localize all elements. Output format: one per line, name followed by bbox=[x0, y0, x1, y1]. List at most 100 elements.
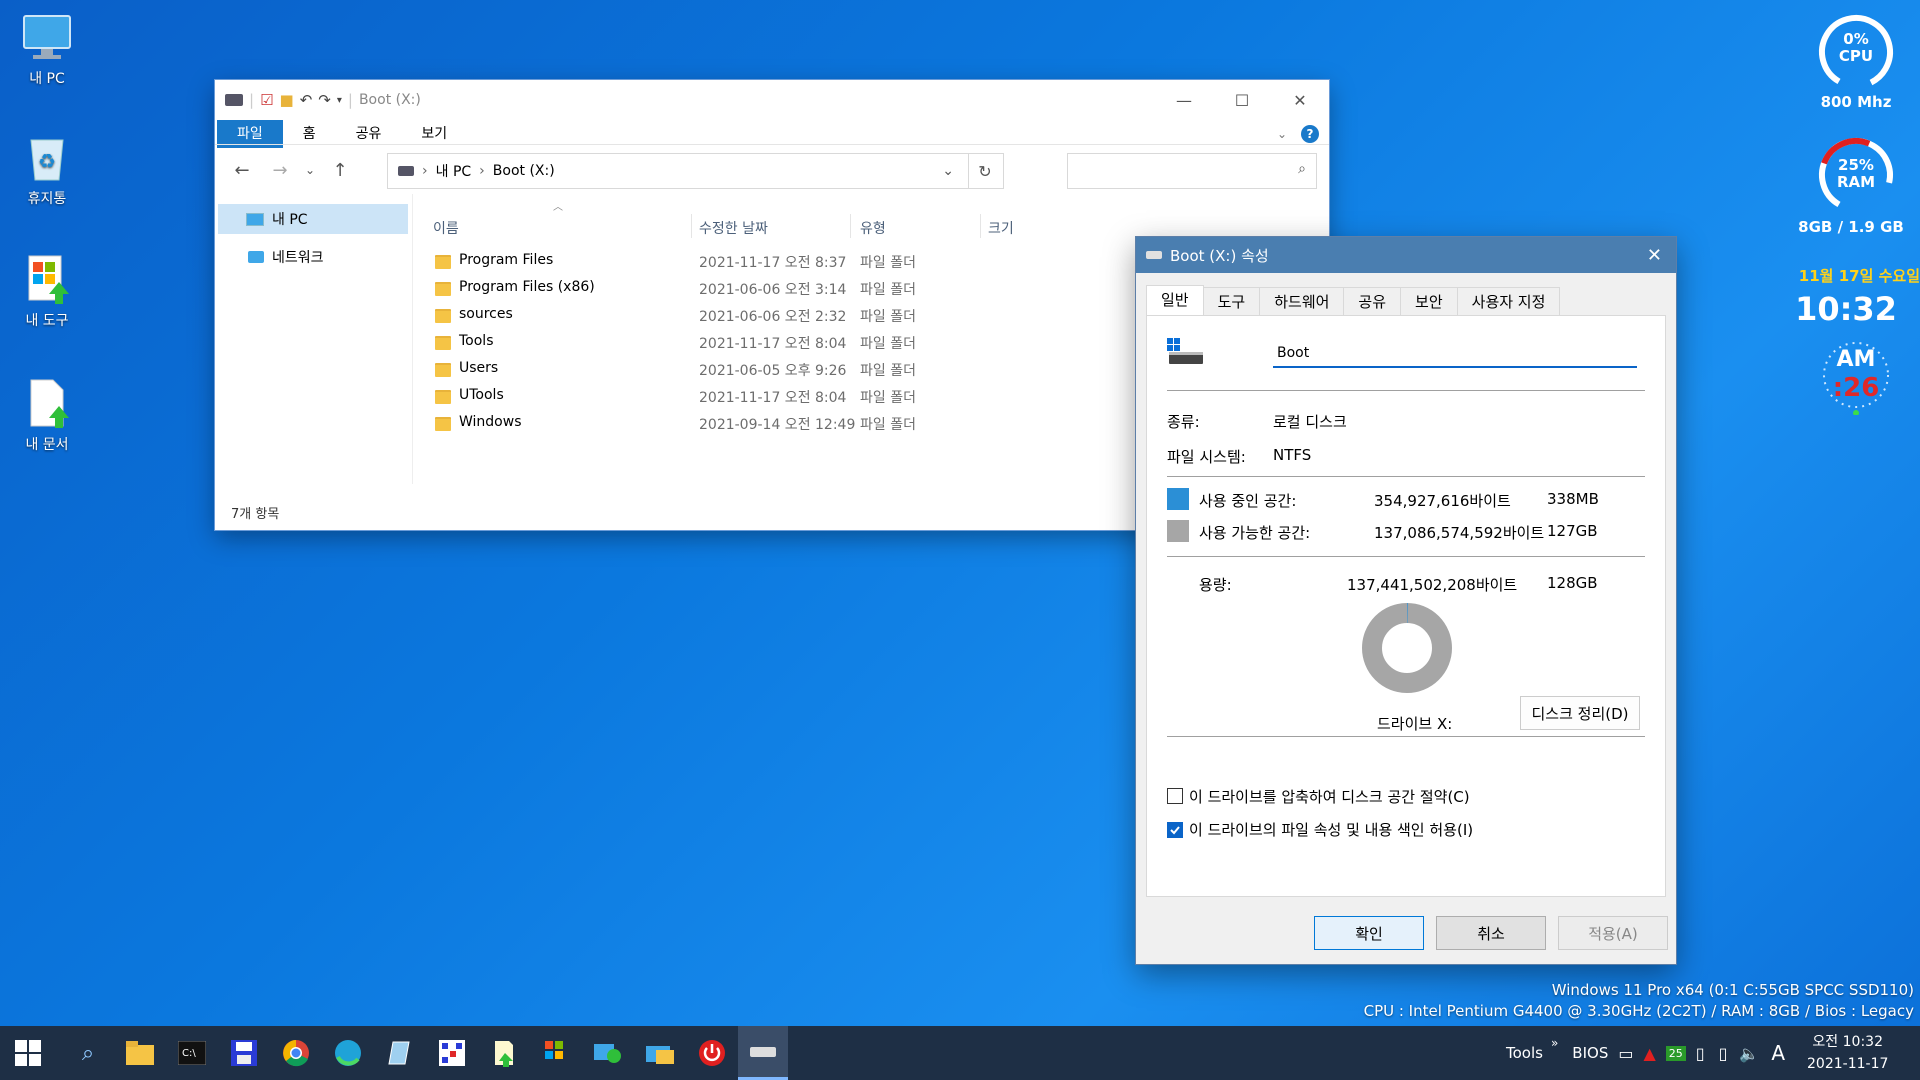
capacity-bytes: 137,441,502,208바이트 bbox=[1347, 576, 1518, 594]
drive-letter-label: 드라이브 X: bbox=[1377, 715, 1453, 733]
display-icon[interactable]: ▭ bbox=[1618, 1044, 1633, 1063]
tools-icon[interactable] bbox=[540, 1037, 572, 1069]
sidebar-item-network[interactable]: 네트워크 bbox=[215, 242, 411, 272]
tray-bios-label[interactable]: BIOS bbox=[1572, 1044, 1608, 1062]
taskbar-active-drive[interactable] bbox=[738, 1026, 788, 1080]
tab-hardware[interactable]: 하드웨어 bbox=[1259, 287, 1345, 316]
drive-icon bbox=[225, 94, 243, 106]
apply-button[interactable]: 적용(A) bbox=[1558, 916, 1668, 950]
folder-network-icon[interactable] bbox=[644, 1037, 676, 1069]
desktop-icon-my-tools[interactable]: 내 도구 bbox=[2, 254, 92, 330]
ime-indicator[interactable]: A bbox=[1771, 1041, 1785, 1065]
edge-icon[interactable] bbox=[332, 1037, 364, 1069]
red-app-icon[interactable]: ▲ bbox=[1643, 1044, 1655, 1063]
used-space-label: 사용 중인 공간: bbox=[1199, 492, 1297, 510]
dialog-close-button[interactable]: ✕ bbox=[1647, 245, 1662, 266]
file-explorer-icon[interactable] bbox=[124, 1037, 156, 1069]
tools-icon bbox=[21, 254, 73, 306]
cpu-percent: 0% bbox=[1843, 30, 1869, 48]
drive-name-input[interactable] bbox=[1273, 340, 1637, 368]
tab-sharing[interactable]: 공유 bbox=[1343, 287, 1402, 316]
back-button[interactable]: ← bbox=[223, 160, 261, 181]
index-checkbox[interactable] bbox=[1167, 822, 1183, 838]
folder-icon bbox=[435, 255, 451, 269]
notepad-icon[interactable] bbox=[384, 1037, 416, 1069]
redo-icon[interactable]: ↷ bbox=[318, 91, 331, 109]
navigation-pane: 내 PC 네트워크 bbox=[215, 194, 411, 530]
chrome-icon[interactable] bbox=[280, 1037, 312, 1069]
tab-general[interactable]: 일반 bbox=[1146, 285, 1204, 316]
floppy-save-icon[interactable] bbox=[228, 1037, 260, 1069]
desktop-icon-my-documents[interactable]: 내 문서 bbox=[2, 378, 92, 454]
compress-checkbox[interactable] bbox=[1167, 788, 1183, 804]
address-dropdown-icon[interactable]: ⌄ bbox=[942, 163, 954, 179]
undo-icon[interactable]: ↶ bbox=[300, 91, 313, 109]
clock-seconds: :26 bbox=[1832, 373, 1880, 403]
network-tool-icon[interactable] bbox=[592, 1037, 624, 1069]
grid-tool-icon[interactable] bbox=[436, 1037, 468, 1069]
start-button[interactable] bbox=[12, 1037, 44, 1069]
usb-icon[interactable]: ▯ bbox=[1719, 1044, 1728, 1063]
filesystem-value: NTFS bbox=[1273, 446, 1312, 464]
column-header-name[interactable]: 이름 bbox=[433, 218, 459, 238]
cpu-label: CPU bbox=[1838, 47, 1874, 65]
taskbar: ⌕ C:\ Tools » BIOS ▭ ▲ 25 ▯ ▯ 🔈 A 오전 10:… bbox=[0, 1026, 1920, 1080]
clock-time: 10:32 bbox=[1795, 290, 1897, 328]
battery-meter-icon[interactable]: ▯ bbox=[1696, 1044, 1705, 1063]
search-icon[interactable]: ⌕ bbox=[72, 1037, 104, 1069]
command-prompt-icon[interactable]: C:\ bbox=[176, 1037, 208, 1069]
ram-usage: 8GB / 1.9 GB bbox=[1798, 218, 1904, 236]
tab-tools[interactable]: 도구 bbox=[1202, 287, 1261, 316]
capacity-short: 128GB bbox=[1547, 574, 1598, 592]
dialog-titlebar: Boot (X:) 속성 ✕ bbox=[1136, 237, 1676, 273]
forward-button[interactable]: → bbox=[261, 160, 299, 181]
navigation-bar: ← → ⌄ ↑ › 내 PC › Boot (X:) ⌄ ↻ ⌕ bbox=[215, 144, 1329, 195]
search-input[interactable]: ⌕ bbox=[1067, 153, 1317, 189]
ribbon-expand-icon[interactable]: ⌄ bbox=[1277, 127, 1287, 141]
column-header-type[interactable]: 유형 bbox=[860, 218, 886, 238]
tray-overflow-icon[interactable]: » bbox=[1551, 1036, 1558, 1050]
document-arrow-icon[interactable] bbox=[488, 1037, 520, 1069]
maximize-button[interactable]: ☐ bbox=[1213, 80, 1271, 120]
refresh-button[interactable]: ↻ bbox=[967, 153, 1004, 189]
system-tray: Tools » BIOS ▭ ▲ 25 ▯ ▯ 🔈 A 오전 10:32 202… bbox=[1506, 1026, 1888, 1080]
minimize-button[interactable]: — bbox=[1155, 80, 1213, 120]
search-icon: ⌕ bbox=[1298, 161, 1306, 177]
desktop-icon-label: 내 도구 bbox=[25, 313, 69, 329]
volume-icon[interactable]: 🔈 bbox=[1739, 1044, 1759, 1063]
breadcrumb-my-pc[interactable]: 내 PC bbox=[436, 161, 472, 181]
properties-quick-icon[interactable]: ☑ bbox=[260, 91, 273, 109]
up-button[interactable]: ↑ bbox=[321, 160, 359, 181]
green-badge-icon[interactable]: 25 bbox=[1665, 1045, 1686, 1061]
recent-dropdown[interactable]: ⌄ bbox=[299, 163, 321, 177]
column-header-date[interactable]: 수정한 날짜 bbox=[699, 218, 768, 238]
address-bar[interactable]: › 내 PC › Boot (X:) ⌄ bbox=[387, 153, 969, 189]
folder-icon bbox=[435, 363, 451, 377]
disk-cleanup-button[interactable]: 디스크 정리(D) bbox=[1520, 696, 1640, 730]
power-icon[interactable] bbox=[696, 1037, 728, 1069]
ok-button[interactable]: 확인 bbox=[1314, 916, 1424, 950]
help-icon[interactable]: ? bbox=[1301, 125, 1319, 143]
taskbar-clock-time: 오전 10:32 bbox=[1812, 1034, 1883, 1050]
column-header-size[interactable]: 크기 bbox=[988, 218, 1014, 238]
desktop-icon-recycle-bin[interactable]: ♻ 휴지통 bbox=[2, 132, 92, 208]
breadcrumb-boot[interactable]: Boot (X:) bbox=[493, 163, 555, 179]
svg-text:♻: ♻ bbox=[38, 149, 56, 173]
desktop-icon-my-pc[interactable]: 내 PC bbox=[2, 12, 92, 88]
svg-text:C:\: C:\ bbox=[182, 1048, 196, 1059]
free-space-label: 사용 가능한 공간: bbox=[1199, 524, 1311, 542]
close-button[interactable]: ✕ bbox=[1271, 80, 1329, 120]
used-space-bytes: 354,927,616바이트 bbox=[1374, 492, 1511, 510]
tab-security[interactable]: 보안 bbox=[1400, 287, 1458, 316]
ram-percent: 25% bbox=[1838, 156, 1874, 174]
tray-tools-label[interactable]: Tools bbox=[1506, 1044, 1543, 1062]
taskbar-clock[interactable]: 오전 10:32 2021-11-17 bbox=[1807, 1031, 1888, 1075]
qat-dropdown-icon[interactable]: ▾ bbox=[337, 95, 342, 106]
tab-customize[interactable]: 사용자 지정 bbox=[1456, 287, 1561, 316]
folder-icon bbox=[435, 390, 451, 404]
drive-icon bbox=[750, 1046, 776, 1057]
new-folder-quick-icon[interactable]: ■ bbox=[280, 91, 294, 109]
drive-icon bbox=[398, 166, 414, 176]
cancel-button[interactable]: 취소 bbox=[1436, 916, 1546, 950]
sidebar-item-my-pc[interactable]: 내 PC bbox=[218, 204, 408, 234]
